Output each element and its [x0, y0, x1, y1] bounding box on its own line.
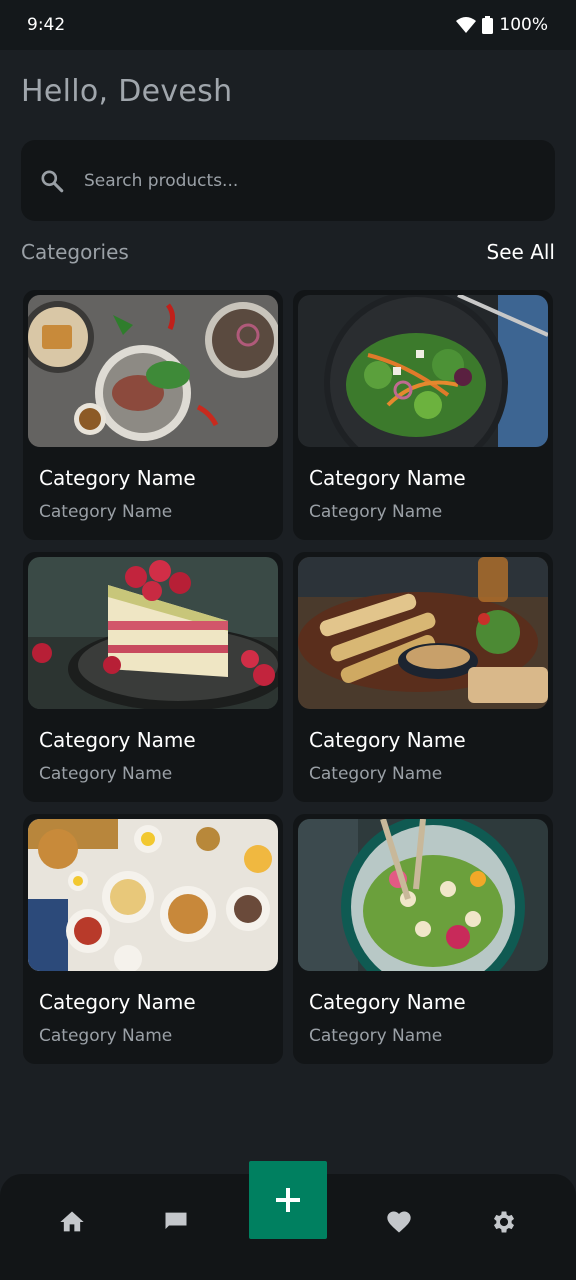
- category-name: Category Name: [39, 466, 196, 490]
- category-name: Category Name: [309, 728, 466, 752]
- category-card[interactable]: Category Name Category Name: [293, 552, 553, 802]
- status-time: 9:42: [27, 15, 66, 35]
- category-card[interactable]: Category Name Category Name: [293, 814, 553, 1064]
- wifi-icon: [456, 17, 477, 33]
- category-name: Category Name: [309, 990, 466, 1014]
- add-button[interactable]: [249, 1161, 327, 1239]
- category-image-kebab-platter: [298, 557, 548, 709]
- see-all-link[interactable]: See All: [487, 240, 555, 264]
- status-bar: 9:42 100%: [0, 0, 576, 50]
- category-name: Category Name: [39, 990, 196, 1014]
- category-name: Category Name: [309, 466, 466, 490]
- search-input[interactable]: [84, 170, 504, 191]
- category-image-brunch-table: [28, 819, 278, 971]
- category-name: Category Name: [39, 728, 196, 752]
- category-subtitle: Category Name: [39, 502, 173, 522]
- category-card[interactable]: Category Name Category Name: [23, 814, 283, 1064]
- category-image-raspberry-cake: [28, 557, 278, 709]
- home-icon[interactable]: [58, 1208, 86, 1236]
- category-subtitle: Category Name: [309, 764, 443, 784]
- category-card[interactable]: Category Name Category Name: [23, 290, 283, 540]
- category-image-salad: [298, 295, 548, 447]
- categories-title: Categories: [21, 240, 129, 264]
- settings-icon[interactable]: [490, 1208, 518, 1236]
- greeting-title: Hello, Devesh: [21, 74, 233, 109]
- category-grid: Category Name Category Name Category Nam…: [23, 290, 553, 1064]
- category-subtitle: Category Name: [309, 502, 443, 522]
- search-icon: [41, 169, 64, 192]
- chat-icon[interactable]: [162, 1208, 190, 1236]
- category-subtitle: Category Name: [39, 764, 173, 784]
- battery-percent: 100%: [499, 15, 548, 35]
- add-icon: [276, 1188, 300, 1212]
- heart-icon[interactable]: [385, 1208, 413, 1236]
- categories-header: Categories See All: [21, 240, 555, 264]
- category-image-grilled-meat: [28, 295, 278, 447]
- category-image-grain-salad: [298, 819, 548, 971]
- category-subtitle: Category Name: [39, 1026, 173, 1046]
- battery-icon: [482, 16, 494, 34]
- search-bar[interactable]: [21, 140, 555, 221]
- category-subtitle: Category Name: [309, 1026, 443, 1046]
- category-card[interactable]: Category Name Category Name: [293, 290, 553, 540]
- status-icons: 100%: [456, 15, 548, 35]
- category-card[interactable]: Category Name Category Name: [23, 552, 283, 802]
